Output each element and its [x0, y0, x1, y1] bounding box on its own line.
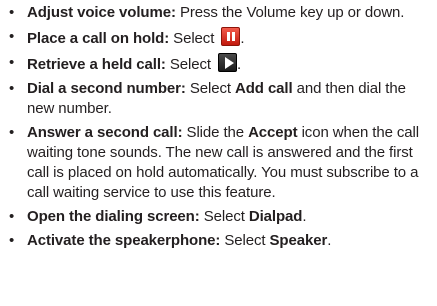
item-term: Adjust voice volume:: [27, 4, 176, 21]
item-end: .: [240, 30, 245, 47]
item-keyword: Speaker: [269, 232, 328, 249]
item-term: Retrieve a held call:: [27, 56, 166, 73]
instructions-page: Adjust voice volume: Press the Volume ke…: [0, 0, 437, 306]
item-term: Answer a second call:: [27, 124, 183, 141]
item-text: Select: [185, 80, 236, 97]
item-keyword: Accept: [248, 124, 298, 141]
list-item-adjust-volume: Adjust voice volume: Press the Volume ke…: [9, 3, 437, 23]
item-text: .: [302, 208, 307, 225]
item-term: Open the dialing screen:: [27, 208, 200, 225]
bullet: [9, 207, 19, 227]
list-item-answer-second: Answer a second call: Slide the Accept i…: [9, 123, 437, 203]
item-text: Select: [220, 232, 270, 249]
list-item-speakerphone: Activate the speakerphone: Select Speake…: [9, 231, 437, 251]
item-keyword: Dialpad: [248, 208, 303, 225]
item-text: .: [327, 232, 332, 249]
pause-icon: [221, 27, 241, 46]
item-keyword: Add call: [235, 80, 293, 97]
list-item-dial-second: Dial a second number: Select Add call an…: [9, 79, 437, 119]
call-options-list: Adjust voice volume: Press the Volume ke…: [9, 3, 437, 251]
bullet: [9, 79, 19, 99]
list-item-place-on-hold: Place a call on hold: Select .: [9, 27, 437, 49]
play-icon: [218, 53, 238, 72]
item-end: .: [237, 56, 242, 73]
list-item-open-dialpad: Open the dialing screen: Select Dialpad.: [9, 207, 437, 227]
bullet: [9, 53, 19, 73]
bullet: [9, 123, 19, 143]
bullet: [9, 27, 19, 47]
bullet: [9, 231, 19, 251]
item-term: Place a call on hold:: [27, 30, 170, 47]
item-text: Press the Volume key up or down.: [175, 4, 405, 21]
item-text: Select: [169, 30, 215, 47]
bullet: [9, 3, 19, 23]
item-text: Select: [199, 208, 249, 225]
item-text: Slide the: [182, 124, 249, 141]
list-item-retrieve-held: Retrieve a held call: Select .: [9, 53, 437, 75]
item-term: Activate the speakerphone:: [27, 232, 221, 249]
item-term: Dial a second number:: [27, 80, 186, 97]
item-text: Select: [165, 56, 211, 73]
